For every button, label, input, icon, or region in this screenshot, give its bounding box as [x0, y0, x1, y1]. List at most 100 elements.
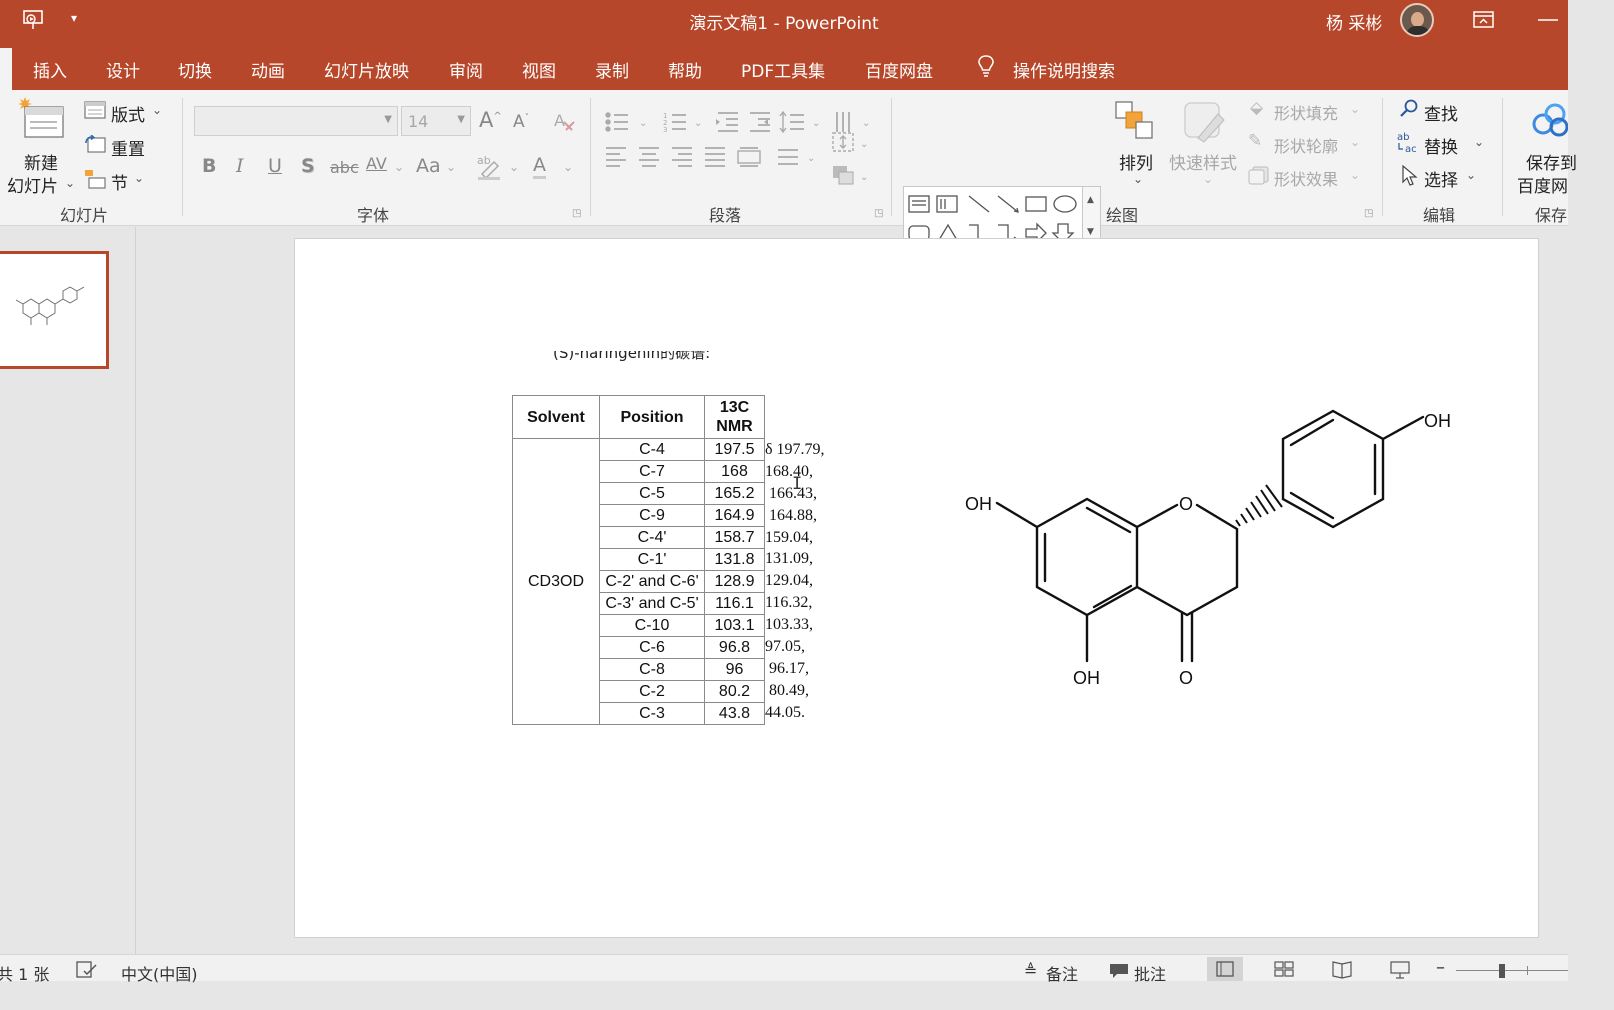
font-dialog-launcher-icon[interactable]: ◳ [572, 208, 581, 219]
slide-caption-cropped[interactable]: (S)-naringenin的碳谱: [553, 351, 753, 367]
tab-record[interactable]: 录制 [595, 57, 629, 82]
shape-fill-dropdown-icon[interactable]: ⌄ [1350, 102, 1360, 116]
font-size-dropdown-icon[interactable]: ▼ [457, 114, 465, 125]
tab-animations[interactable]: 动画 [251, 57, 285, 82]
arrange-dropdown-icon[interactable]: ⌄ [1133, 172, 1143, 186]
zoom-out-icon[interactable]: – [1436, 957, 1445, 978]
reset-button[interactable]: 重置 [111, 135, 145, 160]
character-spacing-icon[interactable]: AV [366, 154, 387, 173]
font-color-dropdown-icon[interactable]: ⌄ [563, 160, 573, 174]
clear-formatting-icon[interactable]: A [552, 110, 576, 134]
new-slide-label-2[interactable]: 幻灯片 [7, 172, 58, 197]
zoom-slider-track[interactable] [1456, 970, 1568, 971]
accessibility-check-icon[interactable] [76, 961, 98, 979]
shape-effects-button[interactable]: 形状效果 [1274, 166, 1338, 190]
shape-fill-icon[interactable]: ⬙ [1250, 98, 1263, 118]
layout-button[interactable]: 版式 [111, 101, 145, 126]
new-slide-icon[interactable] [17, 97, 67, 143]
section-button[interactable]: 节 [111, 169, 128, 194]
notes-icon[interactable]: ≜ [1024, 961, 1037, 980]
gallery-scroll-down-icon[interactable]: ▼ [1087, 227, 1094, 237]
normal-view-button[interactable] [1207, 957, 1243, 981]
language-indicator[interactable]: 中文(中国) [121, 961, 198, 985]
decrease-font-icon[interactable]: Aˇ [513, 112, 529, 132]
bold-icon[interactable]: B [202, 155, 216, 177]
font-name-dropdown-icon[interactable]: ▼ [384, 114, 392, 125]
replace-icon[interactable]: ab ac [1397, 131, 1421, 153]
quick-styles-dropdown-icon[interactable]: ⌄ [1203, 172, 1213, 186]
select-button[interactable]: 选择 [1424, 166, 1458, 191]
tab-transitions[interactable]: 切换 [178, 57, 212, 82]
notes-button[interactable]: 备注 [1046, 961, 1078, 985]
shape-outline-icon[interactable]: ✎ [1248, 131, 1262, 151]
tab-help[interactable]: 帮助 [668, 57, 702, 82]
character-spacing-dropdown-icon[interactable]: ⌄ [394, 160, 404, 174]
arrange-button[interactable]: 排列 [1119, 149, 1153, 174]
shape-fill-button[interactable]: 形状填充 [1274, 100, 1338, 124]
italic-icon[interactable]: I [236, 155, 244, 177]
strikethrough-icon[interactable]: abc [330, 158, 359, 177]
tab-view[interactable]: 视图 [522, 57, 556, 82]
normal-view-icon [1216, 961, 1234, 977]
highlight-dropdown-icon[interactable]: ⌄ [509, 160, 519, 174]
change-case-dropdown-icon[interactable]: ⌄ [446, 160, 456, 174]
find-button[interactable]: 查找 [1424, 100, 1458, 125]
layout-icon[interactable] [84, 101, 106, 119]
save-to-baidu-label-1[interactable]: 保存到 [1526, 149, 1577, 174]
tab-baidu-netdisk[interactable]: 百度网盘 [865, 57, 933, 82]
comments-button[interactable]: 批注 [1134, 961, 1166, 985]
save-to-baidu-label-2[interactable]: 百度网 [1517, 172, 1568, 197]
slide-sorter-button[interactable] [1266, 957, 1302, 981]
nmr-data-table[interactable]: Solvent Position 13C NMR CD3OD C-4 197.5 C-… [512, 395, 765, 725]
new-slide-dropdown-icon[interactable]: ⌄ [65, 176, 75, 190]
shape-outline-button[interactable]: 形状轮廓 [1274, 133, 1338, 157]
zoom-slider-thumb[interactable] [1499, 964, 1505, 978]
lightbulb-icon[interactable] [976, 54, 996, 78]
font-size-combo[interactable]: 14 ▼ [401, 106, 471, 136]
section-icon[interactable] [84, 169, 106, 189]
arrange-icon[interactable] [1114, 100, 1158, 144]
font-color-icon[interactable]: A [533, 154, 546, 179]
tab-design[interactable]: 设计 [106, 57, 140, 82]
naringenin-structure[interactable]: OH O OH OH O [955, 399, 1475, 699]
find-icon[interactable] [1399, 99, 1419, 119]
font-name-combo[interactable]: ▼ [194, 106, 398, 136]
ring-c-bond [1135, 503, 1239, 617]
shape-outline-dropdown-icon[interactable]: ⌄ [1350, 135, 1360, 149]
ribbon-display-options-icon[interactable] [1473, 11, 1495, 29]
underline-icon[interactable]: U [268, 155, 282, 177]
slide-thumbnail-1[interactable] [0, 251, 109, 369]
tab-insert[interactable]: 插入 [33, 57, 67, 82]
shape-effects-dropdown-icon[interactable]: ⌄ [1350, 168, 1360, 182]
highlight-color-icon[interactable]: ab [476, 152, 504, 180]
tab-review[interactable]: 审阅 [449, 57, 483, 82]
comments-icon[interactable] [1109, 963, 1129, 979]
layout-dropdown-icon[interactable]: ⌄ [152, 103, 162, 117]
text-shadow-icon[interactable]: S [301, 155, 315, 177]
tab-slideshow[interactable]: 幻灯片放映 [324, 57, 409, 82]
tab-pdf-tools[interactable]: PDF工具集 [741, 57, 825, 82]
select-cursor-icon[interactable] [1401, 165, 1419, 187]
change-case-icon[interactable]: Aa [416, 155, 441, 177]
minimize-icon[interactable] [1538, 18, 1558, 22]
reset-icon[interactable] [84, 135, 106, 153]
user-avatar[interactable] [1400, 3, 1434, 37]
slideshow-button[interactable] [1382, 957, 1418, 981]
quick-styles-button[interactable]: 快速样式 [1169, 149, 1237, 174]
increase-font-icon[interactable]: A^ [479, 108, 502, 132]
slide-canvas[interactable]: (S)-naringenin的碳谱: Solvent Position 13C … [294, 238, 1539, 938]
user-name[interactable]: 杨 采彬 [1326, 9, 1382, 34]
select-dropdown-icon[interactable]: ⌄ [1466, 168, 1476, 182]
paragraph-dialog-launcher-icon[interactable]: ◳ [874, 208, 883, 219]
replace-button[interactable]: 替换 [1424, 133, 1458, 158]
quick-styles-icon[interactable] [1182, 100, 1228, 146]
reading-view-button[interactable] [1324, 957, 1360, 981]
shape-effects-icon[interactable] [1248, 165, 1270, 185]
baidu-cloud-icon[interactable] [1531, 102, 1568, 138]
new-slide-label-1[interactable]: 新建 [24, 149, 58, 174]
section-dropdown-icon[interactable]: ⌄ [134, 171, 144, 185]
gallery-scroll-up-icon[interactable]: ▲ [1087, 195, 1094, 205]
drawing-dialog-launcher-icon[interactable]: ◳ [1364, 208, 1373, 219]
replace-dropdown-icon[interactable]: ⌄ [1474, 135, 1484, 149]
tell-me-search[interactable]: 操作说明搜索 [1013, 57, 1115, 82]
